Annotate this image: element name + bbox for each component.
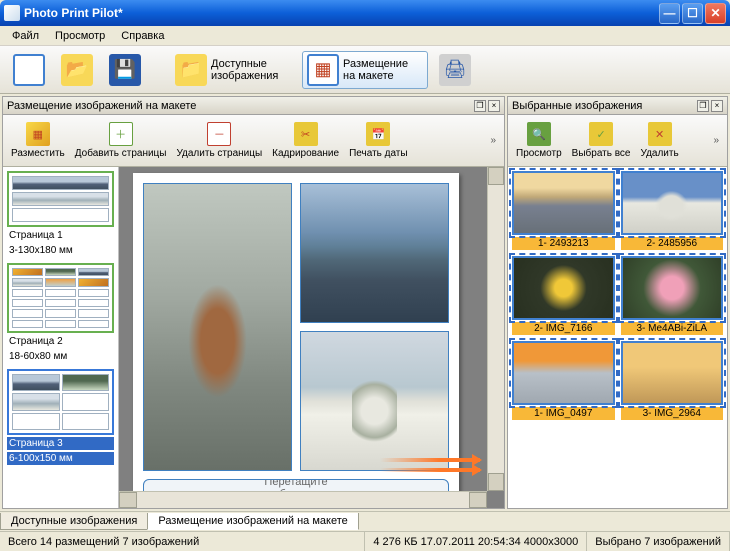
new-icon <box>13 54 45 86</box>
thumb-1[interactable]: 1- 2493213 <box>512 171 615 250</box>
crop-icon: ✂ <box>294 122 318 146</box>
available-images-button[interactable]: 📁 Доступные изображения <box>170 51 296 89</box>
tab-layout[interactable]: Размещение изображений на макете <box>147 513 358 530</box>
selected-images-panel: Выбранные изображения ❐ × 🔍Просмотр ✓Выб… <box>507 96 728 509</box>
menu-file[interactable]: Файл <box>4 28 47 44</box>
layout-toolbar: ▦Разместить ＋Добавить страницы －Удалить … <box>3 115 504 167</box>
delete-icon: ✕ <box>648 122 672 146</box>
toolbar-expand-icon[interactable]: » <box>486 133 500 148</box>
status-selected: Выбрано 7 изображений <box>587 532 730 551</box>
slot-image-1[interactable] <box>300 183 449 323</box>
slot-image-2[interactable] <box>300 331 449 471</box>
menubar: Файл Просмотр Справка <box>0 26 730 46</box>
window-title: Photo Print Pilot* <box>24 6 657 20</box>
new-button[interactable] <box>8 51 50 89</box>
panel-restore-icon[interactable]: ❐ <box>697 100 709 112</box>
pages-strip[interactable]: Страница 1 3-130x180 мм Страница 2 18-60… <box>3 167 119 508</box>
page-thumb-2[interactable]: Страница 2 18-60x80 мм <box>7 263 114 363</box>
delete-button[interactable]: ✕Удалить <box>637 120 683 161</box>
select-all-button[interactable]: ✓Выбрать все <box>568 120 635 161</box>
toolbar-expand-icon[interactable]: » <box>709 133 723 148</box>
layout-panel: Размещение изображений на макете ❐ × ▦Ра… <box>2 96 505 509</box>
open-icon: 📂 <box>61 54 93 86</box>
print-date-button[interactable]: 📅Печать даты <box>345 120 411 161</box>
bottom-tabs: Доступные изображения Размещение изображ… <box>0 511 730 531</box>
thumb-5[interactable]: 1- IMG_0497 <box>512 341 615 420</box>
layout-icon: ▦ <box>307 54 339 86</box>
folder-icon: 📁 <box>175 54 207 86</box>
minimize-button[interactable]: — <box>659 3 680 24</box>
date-icon: 📅 <box>366 122 390 146</box>
view-icon: 🔍 <box>527 122 551 146</box>
selected-panel-header: Выбранные изображения ❐ × <box>508 97 727 115</box>
menu-view[interactable]: Просмотр <box>47 28 113 44</box>
panel-close-icon[interactable]: × <box>711 100 723 112</box>
thumb-3[interactable]: 2- IMG_7166 <box>512 256 615 335</box>
thumbnails-area[interactable]: 1- 2493213 2- 2485956 2- IMG_7166 3- Me4… <box>508 167 727 508</box>
add-pages-button[interactable]: ＋Добавить страницы <box>71 120 171 161</box>
panel-restore-icon[interactable]: ❐ <box>474 100 486 112</box>
page-canvas[interactable]: Перетащите изображения <box>119 167 504 508</box>
thumb-2[interactable]: 2- 2485956 <box>621 171 724 250</box>
canvas-vscroll[interactable] <box>487 167 504 491</box>
maximize-button[interactable]: ☐ <box>682 3 703 24</box>
page-preview: Перетащите изображения <box>133 173 459 507</box>
slot-image-3[interactable] <box>143 183 292 471</box>
menu-help[interactable]: Справка <box>113 28 172 44</box>
delete-page-icon: － <box>207 122 231 146</box>
page-thumb-3[interactable]: Страница 3 6-100x150 мм <box>7 369 114 465</box>
status-file-info: 4 276 КБ 17.07.2011 20:54:34 4000x3000 <box>365 532 587 551</box>
statusbar: Всего 14 размещений 7 изображений 4 276 … <box>0 531 730 551</box>
place-icon: ▦ <box>26 122 50 146</box>
thumb-4[interactable]: 3- Me4ABi-ZiLA <box>621 256 724 335</box>
crop-button[interactable]: ✂Кадрирование <box>268 120 343 161</box>
delete-pages-button[interactable]: －Удалить страницы <box>172 120 266 161</box>
selected-toolbar: 🔍Просмотр ✓Выбрать все ✕Удалить » <box>508 115 727 167</box>
panel-close-icon[interactable]: × <box>488 100 500 112</box>
thumb-6[interactable]: 3- IMG_2964 <box>621 341 724 420</box>
layout-button[interactable]: ▦ Размещение на макете <box>302 51 428 89</box>
layout-label: Размещение на макете <box>343 58 423 82</box>
close-button[interactable]: ✕ <box>705 3 726 24</box>
app-icon <box>4 5 20 21</box>
titlebar: Photo Print Pilot* — ☐ ✕ <box>0 0 730 26</box>
printer-icon: 🖨 <box>439 54 471 86</box>
save-button[interactable]: 💾 <box>104 51 146 89</box>
select-all-icon: ✓ <box>589 122 613 146</box>
place-button[interactable]: ▦Разместить <box>7 120 69 161</box>
main-toolbar: 📂 💾 📁 Доступные изображения ▦ Размещение… <box>0 46 730 94</box>
status-summary: Всего 14 размещений 7 изображений <box>0 532 365 551</box>
layout-panel-header: Размещение изображений на макете ❐ × <box>3 97 504 115</box>
available-label: Доступные изображения <box>211 58 291 82</box>
tab-available[interactable]: Доступные изображения <box>0 513 148 530</box>
save-icon: 💾 <box>109 54 141 86</box>
add-page-icon: ＋ <box>109 122 133 146</box>
print-button[interactable]: 🖨 <box>434 51 476 89</box>
view-button[interactable]: 🔍Просмотр <box>512 120 566 161</box>
layout-panel-title: Размещение изображений на макете <box>7 100 196 112</box>
selected-panel-title: Выбранные изображения <box>512 100 642 112</box>
open-button[interactable]: 📂 <box>56 51 98 89</box>
page-thumb-1[interactable]: Страница 1 3-130x180 мм <box>7 171 114 257</box>
canvas-hscroll[interactable] <box>119 491 487 508</box>
